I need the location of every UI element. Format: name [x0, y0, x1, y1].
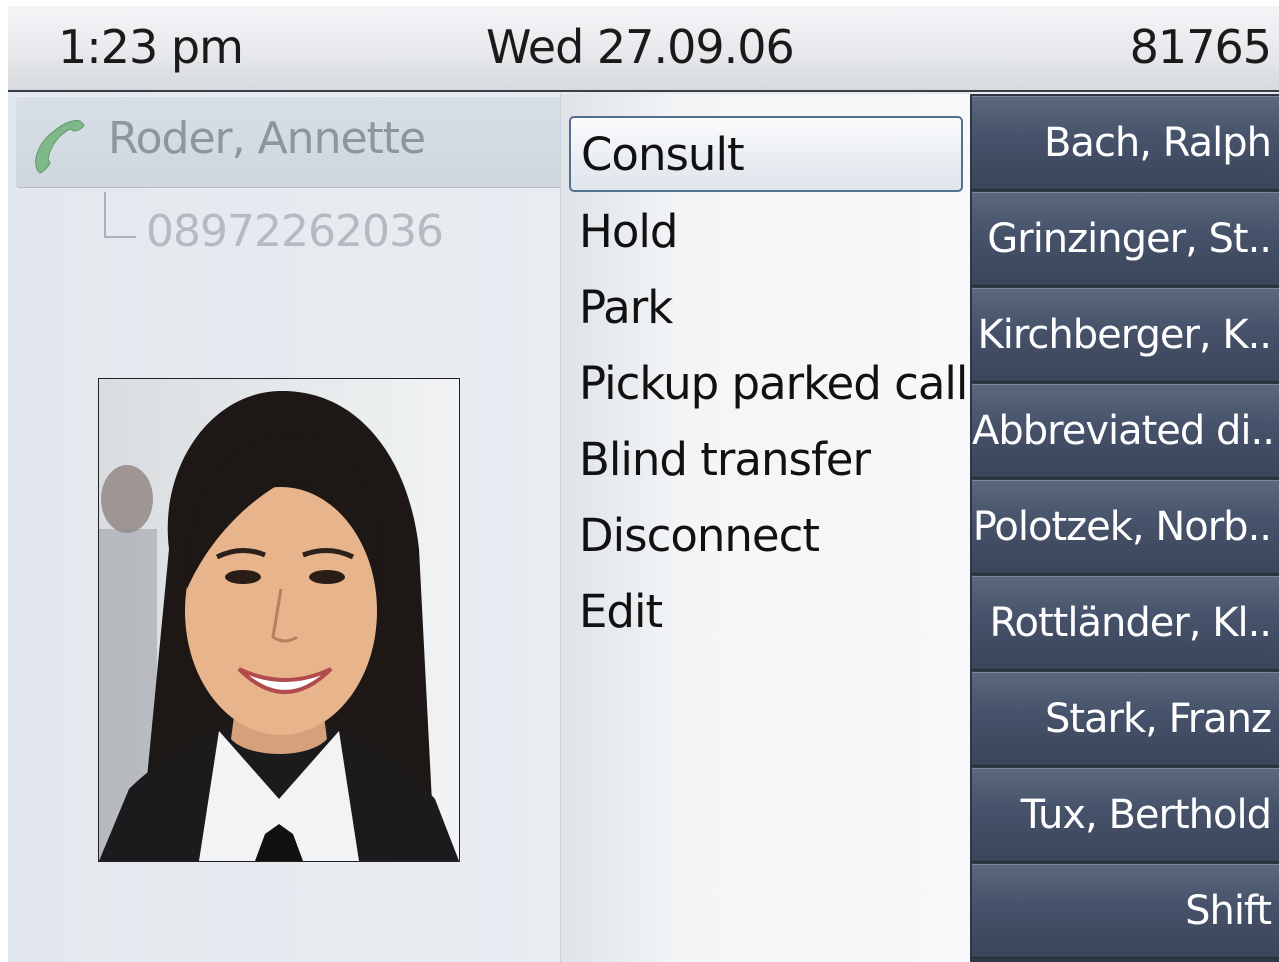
caller-photo: [98, 378, 460, 862]
phone-screen: 1:23 pm Wed 27.09.06 81765 Roder, Annett…: [8, 6, 1279, 962]
tree-connector: [104, 192, 136, 238]
function-key[interactable]: Polotzek, Norb..: [972, 480, 1279, 574]
shift-key[interactable]: Shift: [972, 864, 1279, 958]
function-key[interactable]: Stark, Franz: [972, 672, 1279, 766]
status-extension: 81765: [1129, 20, 1272, 74]
function-key[interactable]: Grinzinger, St..: [972, 192, 1279, 286]
caller-name: Roder, Annette: [108, 113, 426, 164]
status-time: 1:23 pm: [58, 20, 244, 74]
caller-number: 08972262036: [146, 206, 444, 257]
menu-item-park[interactable]: Park: [569, 270, 963, 346]
function-key[interactable]: Rottländer, Kl..: [972, 576, 1279, 670]
status-bar: 1:23 pm Wed 27.09.06 81765: [8, 6, 1279, 92]
menu-item-edit[interactable]: Edit: [569, 574, 963, 650]
status-date: Wed 27.09.06: [486, 20, 795, 74]
function-key[interactable]: Kirchberger, K..: [972, 288, 1279, 382]
function-key[interactable]: Tux, Berthold: [972, 768, 1279, 862]
menu-item-disconnect[interactable]: Disconnect: [569, 498, 963, 574]
menu-item-hold[interactable]: Hold: [569, 194, 963, 270]
menu-item-blind-transfer[interactable]: Blind transfer: [569, 422, 963, 498]
function-key-panel: Bach, Ralph Grinzinger, St.. Kirchberger…: [970, 94, 1279, 962]
menu-item-consult[interactable]: Consult: [569, 116, 963, 192]
call-info-pane: Roder, Annette 08972262036: [8, 94, 560, 962]
handset-icon: [35, 120, 85, 174]
function-key[interactable]: Abbreviated di..: [972, 384, 1279, 478]
call-menu: Consult Hold Park Pickup parked call Bli…: [560, 94, 971, 962]
function-key[interactable]: Bach, Ralph: [972, 96, 1279, 190]
menu-item-pickup-parked-call[interactable]: Pickup parked call: [569, 346, 968, 422]
caller-entry[interactable]: Roder, Annette: [16, 96, 560, 188]
